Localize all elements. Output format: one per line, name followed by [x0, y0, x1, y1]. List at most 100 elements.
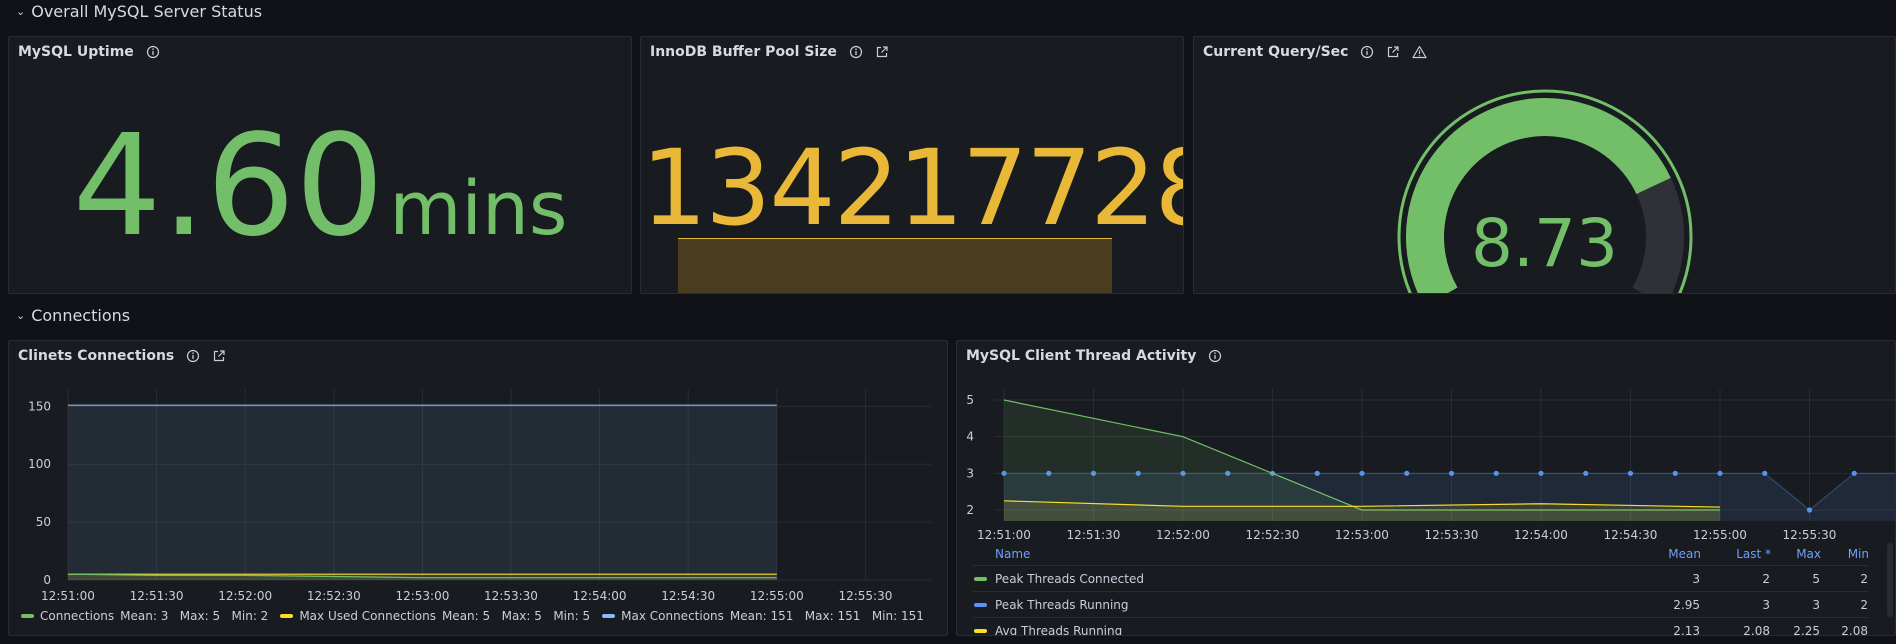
y-tick-label: 2 [966, 503, 974, 517]
x-tick-label: 12:52:00 [218, 589, 272, 601]
legend-table-header: Name Mean Last * Max Min [973, 543, 1869, 566]
x-tick-label: 12:53:30 [1425, 528, 1479, 542]
row-header-connections[interactable]: ⌄ Connections [16, 306, 130, 325]
column-header-mean[interactable]: Mean [1631, 543, 1701, 566]
query-per-sec-panel: Current Query/Sec 8.73 [1193, 36, 1896, 294]
legend-last-value: 2.08 [1701, 617, 1771, 635]
panel-header: MySQL Uptime [18, 44, 160, 60]
stat-value: 134217728 [641, 127, 1184, 249]
x-tick-label: 12:54:00 [1514, 528, 1568, 542]
legend-min-value: 2 [1821, 565, 1869, 592]
panel-title: MySQL Uptime [18, 44, 134, 60]
legend-max-value: 5 [1771, 565, 1821, 592]
series-point[interactable] [1627, 470, 1634, 476]
thread-activity-chart: 2 3 4 5 12:51:00 12:51:30 12:52:00 12:52:30 12:5… [966, 389, 1895, 542]
y-tick-label: 3 [966, 466, 974, 480]
legend-table: Name Mean Last * Max Min Peak Threads Co… [973, 543, 1869, 636]
chevron-down-icon[interactable]: ⌄ [16, 5, 25, 18]
x-tick-label: 12:53:30 [484, 589, 538, 601]
legend-mean-value: 3 [1631, 565, 1701, 592]
column-header-name[interactable]: Name [973, 543, 1631, 566]
gauge-value: 8.73 [1471, 205, 1618, 282]
legend-scrollbar[interactable] [1887, 543, 1893, 617]
connections-chart: 0 50 100 150 12:51:00 12:51:30 12:52:00 12:52:3… [28, 389, 931, 601]
row-title: Overall MySQL Server Status [31, 2, 263, 21]
legend-name: Max Used Connections [299, 609, 436, 623]
client-connections-panel: Clinets Connections 0 50 100 150 12:51:00 12:… [8, 340, 948, 636]
x-tick-label: 12:55:00 [1693, 528, 1747, 542]
legend-swatch [280, 614, 294, 618]
legend-name: Peak Threads Running [995, 597, 1129, 612]
legend-table-row[interactable]: Avg Threads Running 2.13 2.08 2.25 2.08 [973, 617, 1869, 636]
panel-title: InnoDB Buffer Pool Size [650, 44, 837, 60]
series-point[interactable] [1806, 507, 1813, 513]
legend-item[interactable]: Connections Mean: 3 Max: 5 Min: 2 [21, 609, 268, 623]
legend-name: Connections [40, 609, 115, 623]
info-icon[interactable] [146, 45, 160, 59]
series-point[interactable] [1762, 470, 1768, 476]
series-point[interactable] [1448, 470, 1455, 476]
legend-swatch [974, 628, 987, 633]
x-tick-label: 12:52:30 [1246, 528, 1300, 542]
x-tick-label: 12:55:30 [1783, 528, 1837, 542]
legend-last-value: 3 [1701, 591, 1771, 618]
uptime-stat: 4.60 mins [9, 117, 631, 257]
legend-stats: Mean: 5 Max: 5 Min: 5 [441, 609, 591, 623]
legend-name: Max Connections [621, 609, 724, 623]
series-point[interactable] [1672, 470, 1678, 476]
x-tick-label: 12:55:00 [750, 589, 804, 601]
x-tick-label: 12:51:30 [1067, 528, 1121, 542]
legend-item[interactable]: Max Connections Mean: 151 Max: 151 Min: 1… [602, 609, 924, 623]
panel-header: InnoDB Buffer Pool Size [650, 44, 889, 60]
series-point[interactable] [1583, 470, 1589, 476]
y-tick-label: 5 [966, 393, 974, 407]
legend-item[interactable]: Max Used Connections Mean: 5 Max: 5 Min: … [280, 609, 590, 623]
series-point[interactable] [1851, 470, 1857, 476]
series-point[interactable] [1404, 470, 1410, 476]
legend-series-name: Avg Threads Running [973, 617, 1631, 636]
legend-name: Avg Threads Running [995, 623, 1123, 636]
y-tick-label: 0 [43, 573, 51, 587]
legend-swatch [602, 614, 616, 618]
row-header-status[interactable]: ⌄ Overall MySQL Server Status [16, 2, 262, 21]
column-header-max[interactable]: Max [1771, 543, 1821, 566]
legend-stats: Mean: 151 Max: 151 Min: 151 [729, 609, 924, 623]
legend-series-name: Peak Threads Running [973, 591, 1631, 618]
row-title: Connections [31, 306, 131, 325]
x-tick-label: 12:51:00 [977, 528, 1031, 542]
chart-legend: Connections Mean: 3 Max: 5 Min: 2 Max Used… [21, 609, 924, 623]
legend-last-value: 2 [1701, 565, 1771, 592]
y-tick-label: 50 [36, 515, 51, 529]
series-area [68, 405, 777, 580]
x-tick-label: 12:51:30 [130, 589, 184, 601]
legend-swatch [974, 602, 987, 607]
x-tick-label: 12:53:00 [1335, 528, 1389, 542]
thread-activity-panel: MySQL Client Thread Activity 2 3 4 5 12:51:0… [956, 340, 1896, 636]
series-point[interactable] [1538, 470, 1544, 476]
column-header-last[interactable]: Last * [1701, 543, 1771, 566]
chevron-down-icon[interactable]: ⌄ [16, 309, 25, 322]
legend-mean-value: 2.13 [1631, 617, 1701, 635]
series-point[interactable] [1359, 470, 1365, 476]
x-tick-label: 12:54:30 [1604, 528, 1658, 542]
legend-table-row[interactable]: Peak Threads Running 2.95 3 3 2 [973, 591, 1869, 618]
series-point[interactable] [1314, 470, 1320, 476]
legend-stats: Mean: 3 Max: 5 Min: 2 [120, 609, 269, 623]
external-link-icon[interactable] [875, 45, 889, 59]
legend-min-value: 2 [1821, 591, 1869, 618]
column-header-min[interactable]: Min [1821, 543, 1869, 566]
y-tick-label: 100 [28, 457, 51, 471]
legend-table-row[interactable]: Peak Threads Connected 3 2 5 2 [973, 565, 1869, 592]
x-tick-label: 12:52:30 [307, 589, 361, 601]
series-point[interactable] [1493, 470, 1499, 476]
info-icon[interactable] [849, 45, 863, 59]
legend-name: Peak Threads Connected [995, 571, 1144, 586]
x-tick-label: 12:54:30 [661, 589, 715, 601]
legend-series-name: Peak Threads Connected [973, 565, 1631, 592]
buffer-pool-panel: InnoDB Buffer Pool Size 134217728 [640, 36, 1184, 294]
stat-unit: mins [389, 166, 568, 252]
series-point[interactable] [1717, 470, 1723, 476]
x-tick-label: 12:54:00 [573, 589, 627, 601]
legend-swatch [21, 614, 34, 618]
x-tick-label: 12:53:00 [395, 589, 449, 601]
